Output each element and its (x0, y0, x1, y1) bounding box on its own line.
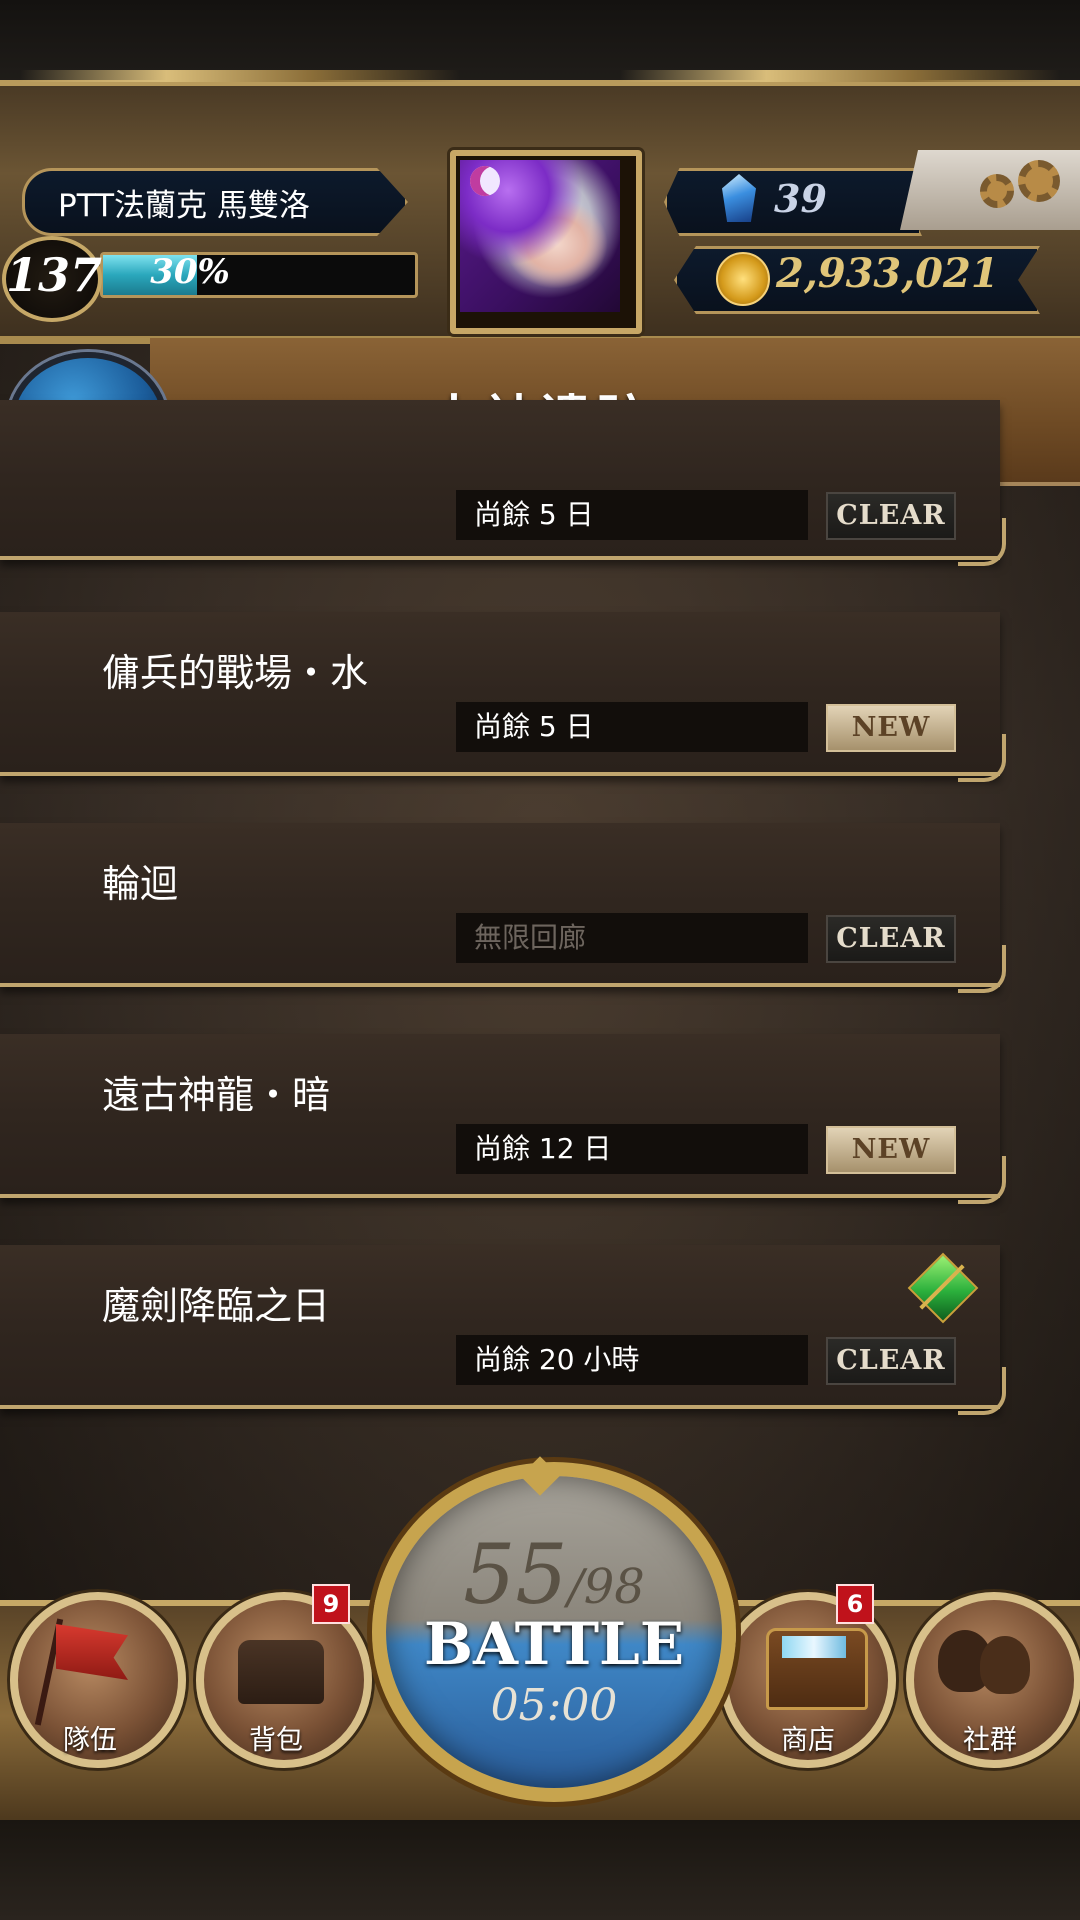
stage-name: 傭兵的戰場・水 (102, 651, 369, 695)
battle-label: BATTLE (423, 1610, 685, 1678)
chest-gems-icon (782, 1636, 846, 1658)
stage-time: 尚餘 5 日 (456, 490, 808, 540)
gold-coin-icon (716, 252, 770, 306)
stamina-max: /98 (567, 1559, 645, 1615)
clear-tag: CLEAR (826, 915, 956, 963)
stamina-count: 55/98 (372, 1528, 736, 1623)
shop-notification-badge: 6 (836, 1584, 874, 1624)
stage-item[interactable]: 尚餘 5 日 CLEAR (0, 400, 1006, 566)
stage-time: 無限回廊 (456, 913, 808, 963)
gear-icon[interactable] (980, 174, 1014, 208)
bag-label: 背包 (249, 1725, 303, 1756)
hud-ornament-right (620, 70, 1060, 82)
shop-label: 商店 (781, 1725, 835, 1756)
gem-count: 39 (774, 176, 827, 221)
stage-name: 輪迴 (102, 862, 179, 906)
stage-item[interactable]: 輪迴 無限回廊 CLEAR (0, 823, 1006, 993)
clear-tag: CLEAR (826, 492, 956, 540)
coin-count: 2,933,021 (776, 250, 999, 297)
stage-time: 尚餘 5 日 (456, 702, 808, 752)
people-icon (980, 1636, 1030, 1694)
gear-icon[interactable] (1018, 160, 1060, 202)
new-tag: NEW (826, 704, 956, 752)
social-label: 社群 (963, 1725, 1017, 1756)
clear-tag: CLEAR (826, 1337, 956, 1385)
player-level: 137 (6, 248, 103, 302)
stage-time: 尚餘 12 日 (456, 1124, 808, 1174)
bag-icon (238, 1640, 324, 1704)
bottom-frame (0, 1820, 1080, 1920)
stage-item[interactable]: 魔劍降臨之日 尚餘 20 小時 CLEAR (0, 1245, 1006, 1415)
stage-item[interactable]: 傭兵的戰場・水 尚餘 5 日 NEW (0, 612, 1006, 782)
hud-ornament-left (20, 70, 460, 82)
stage-time: 尚餘 20 小時 (456, 1335, 808, 1385)
stage-name: 遠古神龍・暗 (102, 1073, 331, 1117)
bag-notification-badge: 9 (312, 1584, 350, 1624)
new-tag: NEW (826, 1126, 956, 1174)
stamina-timer: 05:00 (490, 1680, 618, 1731)
stage-item[interactable]: 遠古神龍・暗 尚餘 12 日 NEW (0, 1034, 1006, 1204)
stage-name: 魔劍降臨之日 (102, 1284, 331, 1328)
exp-percent: 30% (150, 252, 230, 292)
player-name: PTT法蘭克 馬雙洛 (58, 188, 310, 224)
moon-icon (470, 166, 500, 196)
team-label: 隊伍 (63, 1725, 117, 1756)
stamina-current: 55 (463, 1528, 568, 1623)
